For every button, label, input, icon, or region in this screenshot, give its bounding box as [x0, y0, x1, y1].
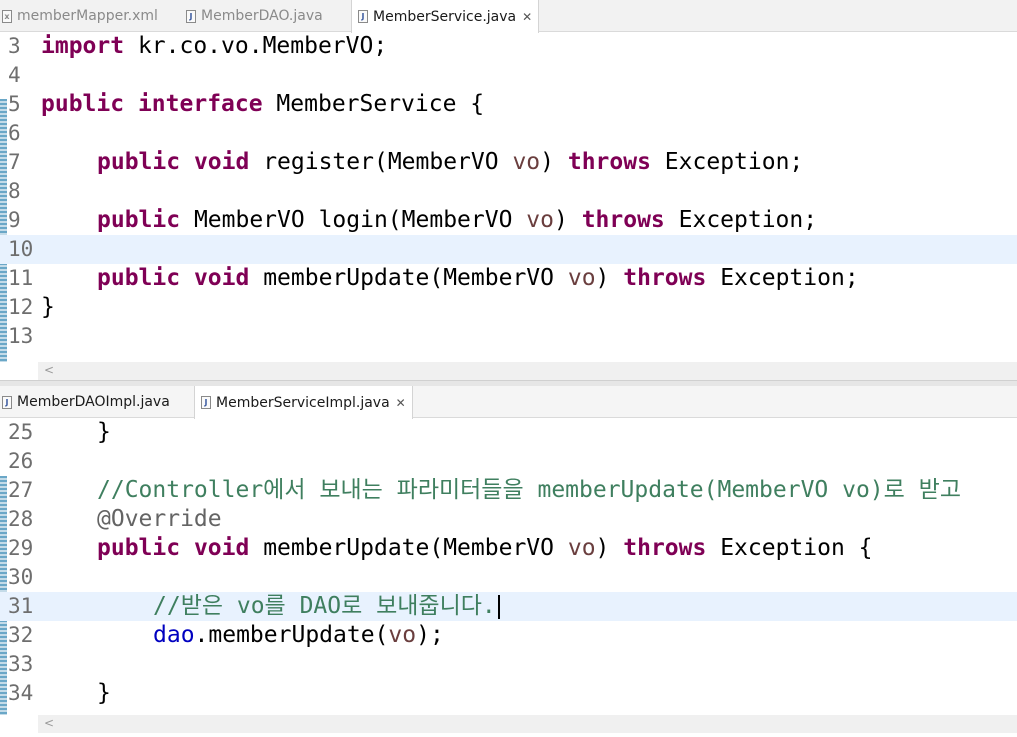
code-line: 34}: [8, 680, 111, 706]
line-number: 27: [8, 478, 34, 502]
line-number: 3: [8, 34, 21, 58]
code-line: 9 public MemberVO login(MemberVO vo) thro…: [8, 207, 818, 233]
horizontal-scrollbar[interactable]: <: [38, 715, 1017, 733]
line-number: 29: [8, 536, 34, 560]
top-editor-pane: x memberMapper.xml J MemberDAO.java J Me…: [0, 0, 1017, 380]
code-line: 30: [0, 563, 1017, 592]
tab-label: MemberServiceImpl.java: [216, 394, 390, 411]
line-number: 26: [8, 449, 34, 473]
bottom-editor-pane: J MemberDAOImpl.java J MemberServiceImpl…: [0, 386, 1017, 737]
line-number: 33: [8, 652, 34, 676]
line-number: 32: [8, 623, 34, 647]
code-line: 5 public interface MemberService {: [8, 91, 485, 117]
line-number: 31: [8, 594, 34, 618]
line-number: 11: [8, 266, 34, 290]
java-file-icon: J: [2, 395, 12, 409]
line-number: 4: [8, 63, 21, 87]
tab-label: MemberService.java: [373, 8, 517, 25]
code-line: 6: [0, 119, 1017, 148]
current-line: 31//받은 vo를 DAO로 보내줍니다.: [0, 592, 1017, 621]
scroll-left-icon[interactable]: <: [44, 716, 54, 730]
xml-file-icon: x: [2, 9, 12, 23]
tab-label: memberMapper.xml: [17, 8, 158, 24]
line-number: 6: [8, 121, 21, 145]
tab-memberservice-java[interactable]: J MemberService.java ✕: [351, 0, 540, 33]
line-number: 13: [8, 324, 34, 348]
code-line: 29 public void memberUpdate(MemberVO vo) …: [8, 535, 873, 561]
line-number: 25: [8, 420, 34, 444]
tab-membermapper-xml[interactable]: x memberMapper.xml: [2, 0, 158, 32]
code-line: 33: [0, 650, 1017, 679]
code-line: 28 @Override: [8, 506, 222, 532]
tab-label: MemberDAOImpl.java: [17, 394, 170, 410]
tab-memberserviceimpl-java[interactable]: J MemberServiceImpl.java ✕: [194, 386, 413, 419]
code-line: 7 public void register(MemberVO vo) throw…: [8, 149, 804, 175]
bottom-tab-bar: J MemberDAOImpl.java J MemberServiceImpl…: [0, 386, 1017, 419]
code-line: 12}: [8, 294, 55, 320]
line-number: 34: [8, 681, 34, 705]
code-line: 25}: [8, 419, 111, 445]
code-line: 32 dao.memberUpdate(vo);: [8, 622, 444, 648]
close-icon[interactable]: ✕: [522, 10, 532, 24]
tab-label: MemberDAO.java: [201, 8, 323, 24]
top-tab-bar: x memberMapper.xml J MemberDAO.java J Me…: [0, 0, 1017, 33]
current-line: 10: [0, 235, 1017, 264]
line-number: 5: [8, 92, 21, 116]
line-number: 12: [8, 295, 34, 319]
code-line: 26: [0, 447, 1017, 476]
code-line: 4: [0, 61, 1017, 90]
scroll-left-icon[interactable]: <: [44, 363, 54, 377]
tab-memberdaoimpl-java[interactable]: J MemberDAOImpl.java: [2, 386, 170, 418]
java-file-icon: J: [358, 10, 368, 23]
line-number: 7: [8, 150, 21, 174]
line-number: 28: [8, 507, 34, 531]
code-line: 3 import kr.co.vo.MemberVO;: [8, 33, 388, 59]
java-file-icon: J: [186, 9, 196, 23]
code-line: 27//Controller에서 보내는 파라미터들을 memberUpdate…: [8, 477, 961, 503]
line-number: 30: [8, 565, 34, 589]
close-icon[interactable]: ✕: [396, 396, 406, 410]
tab-memberdao-java[interactable]: J MemberDAO.java: [186, 0, 323, 32]
horizontal-scrollbar[interactable]: <: [38, 362, 1017, 380]
code-line: 13: [0, 322, 1017, 351]
java-file-icon: J: [201, 396, 211, 409]
line-number: 8: [8, 179, 21, 203]
text-cursor: [497, 594, 500, 619]
code-line: 8: [0, 177, 1017, 206]
code-line: 11 public void memberUpdate(MemberVO vo) …: [8, 265, 859, 291]
line-number: 9: [8, 208, 21, 232]
line-number: 10: [8, 237, 34, 261]
code-editor[interactable]: 3 import kr.co.vo.MemberVO; 4 5 public int…: [0, 32, 1017, 380]
code-editor[interactable]: 25} 26 27//Controller에서 보내는 파라미터들을 membe…: [0, 418, 1017, 733]
